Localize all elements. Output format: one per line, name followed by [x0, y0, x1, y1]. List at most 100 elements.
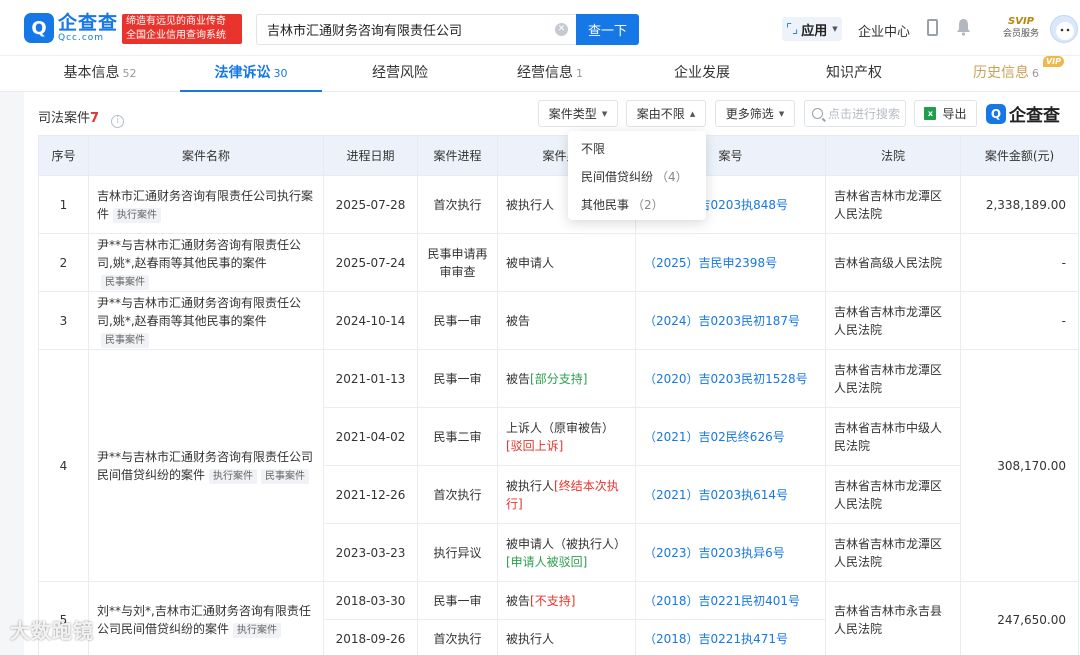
- role-text: 被执行人: [506, 478, 555, 493]
- case-tag: 民事案件: [101, 332, 149, 348]
- role-note: [驳回上诉]: [506, 438, 564, 453]
- row-no: 2: [38, 233, 89, 292]
- case-number-link[interactable]: （2018）吉0221民初401号: [635, 581, 826, 620]
- tab-development[interactable]: 企业发展: [642, 56, 762, 92]
- tab-label: 经营信息: [517, 65, 573, 81]
- logo-en: Qcc.com: [58, 33, 105, 43]
- dropdown-option-private-lending[interactable]: 民间借贷纠纷 （4）: [568, 163, 706, 191]
- case-number-link[interactable]: （2021）吉02民终626号: [635, 407, 826, 466]
- role-note: [部分支持]: [530, 371, 588, 386]
- tab-basic-info[interactable]: 基本信息 52: [40, 56, 160, 92]
- case-cause-filter[interactable]: 案由不限 ▲: [626, 100, 706, 127]
- role-text: 被告: [506, 593, 531, 608]
- table-row[interactable]: 1 吉林市汇通财务咨询有限责任公司执行案件 执行案件 2025-07-28 首次执…: [38, 175, 1079, 234]
- site-logo[interactable]: Q 企查查 Qcc.com: [24, 13, 118, 43]
- stage-cell: 执行异议: [417, 523, 498, 582]
- stage-cell: 首次执行: [417, 619, 498, 655]
- dropdown-option-other-civil[interactable]: 其他民事 （2）: [568, 191, 706, 219]
- watermark: 大数跑镜: [10, 619, 94, 643]
- brand-text: 企查查: [1009, 106, 1060, 126]
- date-cell: 2025-07-24: [323, 233, 418, 292]
- search-placeholder: 点击进行搜索: [828, 107, 901, 121]
- caret-down-icon: ▼: [832, 25, 838, 33]
- row-no: 4: [38, 349, 89, 582]
- slogan-badge: 缔造有远见的商业传奇 全国企业信用查询系统: [122, 14, 242, 44]
- avatar[interactable]: [1050, 15, 1078, 43]
- amount-cell: -: [960, 291, 1079, 350]
- date-cell: 2021-04-02: [323, 407, 418, 466]
- case-name-cell[interactable]: 尹**与吉林市汇通财务咨询有限责任公司,姚*,赵春雨等其他民事的案件民事案件: [88, 291, 324, 350]
- case-tag: 民事案件: [261, 468, 310, 484]
- stage-cell: 民事一审: [417, 291, 498, 350]
- case-search-input[interactable]: 点击进行搜索: [804, 100, 906, 127]
- stage-cell: 民事一审: [417, 349, 498, 408]
- tab-legal[interactable]: 法律诉讼 30: [180, 56, 322, 92]
- caret-up-icon: ▲: [689, 109, 696, 118]
- amount-cell: 308,170.00: [960, 349, 1079, 582]
- header-case-name: 案件名称: [88, 135, 324, 176]
- date-cell: 2021-12-26: [323, 465, 418, 524]
- section-title-label: 司法案件: [38, 111, 91, 126]
- case-number-link[interactable]: （2020）吉0203民初1528号: [635, 349, 826, 408]
- phone-icon[interactable]: [927, 19, 938, 36]
- case-number-link[interactable]: （2023）吉0203执异6号: [635, 523, 826, 582]
- role-note: [不支持]: [530, 593, 576, 608]
- role-cell: 上诉人（原审被告） [驳回上诉]: [497, 407, 636, 466]
- table-row[interactable]: 3 尹**与吉林市汇通财务咨询有限责任公司,姚*,赵春雨等其他民事的案件民事案件…: [38, 291, 1079, 350]
- table-row[interactable]: 2 尹**与吉林市汇通财务咨询有限责任公司,姚*,赵春雨等其他民事的案件民事案件…: [38, 233, 1079, 292]
- stage-cell: 民事申请再审审查: [417, 233, 498, 292]
- enterprise-center-link[interactable]: 企业中心: [858, 21, 910, 40]
- header-stage: 案件进程: [417, 135, 498, 176]
- header-no: 序号: [38, 135, 89, 176]
- case-name-cell[interactable]: 尹**与吉林市汇通财务咨询有限责任公司,姚*,赵春雨等其他民事的案件民事案件: [88, 233, 324, 292]
- search-input[interactable]: 吉林市汇通财务咨询有限责任公司 ✕: [256, 14, 576, 45]
- stage-cell: 首次执行: [417, 175, 498, 234]
- table-row[interactable]: 4 尹**与吉林市汇通财务咨询有限责任公司民间借贷纠纷的案件 执行案件 民事案件 2…: [38, 349, 1079, 582]
- court-cell: 吉林省吉林市龙潭区人民法院: [825, 349, 961, 408]
- stage-cell: 首次执行: [417, 465, 498, 524]
- more-filters[interactable]: 更多筛选 ▼: [715, 100, 795, 127]
- case-number-link[interactable]: （2018）吉0221执471号: [635, 619, 826, 655]
- case-number-link[interactable]: （2021）吉0203执614号: [635, 465, 826, 524]
- tab-label: 企业发展: [674, 65, 730, 81]
- row-no: 3: [38, 291, 89, 350]
- table-row[interactable]: 5 刘**与刘*,吉林市汇通财务咨询有限责任公司民间借贷纠纷的案件 执行案件 20…: [38, 581, 1079, 655]
- dropdown-option-all[interactable]: 不限: [568, 135, 706, 163]
- role-cell: 被告[部分支持]: [497, 349, 636, 408]
- app-menu-button[interactable]: ⌜⌟ 应用 ▼: [782, 17, 842, 41]
- svip-member-link[interactable]: SVIP 会员服务: [1000, 16, 1042, 42]
- court-cell: 吉林省高级人民法院: [825, 233, 961, 292]
- case-number-link[interactable]: （2024）吉0203民初187号: [635, 291, 826, 350]
- brand-mark: Q: [986, 103, 1006, 124]
- header-amount: 案件金额(元): [960, 135, 1079, 176]
- case-name[interactable]: 尹**与吉林市汇通财务咨询有限责任公司,姚*,赵春雨等其他民事的案件: [97, 238, 301, 270]
- top-bar: Q 企查查 Qcc.com 缔造有远见的商业传奇 全国企业信用查询系统 吉林市汇…: [0, 0, 1080, 56]
- clear-icon[interactable]: ✕: [555, 23, 568, 36]
- search-button[interactable]: 查一下: [576, 14, 639, 45]
- tab-history[interactable]: 历史信息 6 VIP: [946, 56, 1066, 92]
- case-type-filter[interactable]: 案件类型 ▼: [538, 100, 618, 127]
- slogan-line-1: 缔造有远见的商业传奇: [126, 16, 226, 27]
- tab-ip[interactable]: 知识产权: [794, 56, 914, 92]
- info-icon[interactable]: i: [111, 115, 125, 128]
- tab-business-info[interactable]: 经营信息 1: [490, 56, 610, 92]
- date-cell: 2025-07-28: [323, 175, 418, 234]
- case-name-cell[interactable]: 吉林市汇通财务咨询有限责任公司执行案件 执行案件: [88, 175, 324, 234]
- date-cell: 2018-03-30: [323, 581, 418, 620]
- bell-icon[interactable]: [956, 18, 971, 36]
- caret-down-icon: ▼: [601, 109, 608, 118]
- tab-business-risk[interactable]: 经营风险: [340, 56, 460, 92]
- table-header-row: 序号 案件名称 进程日期 案件进程 案件身份 案号 法院 案件金额(元): [38, 135, 1079, 176]
- court-cell: 吉林省吉林市龙潭区人民法院: [825, 291, 961, 350]
- tab-label: 知识产权: [826, 65, 882, 81]
- export-button[interactable]: x 导出: [914, 100, 977, 127]
- case-name-cell[interactable]: 尹**与吉林市汇通财务咨询有限责任公司民间借贷纠纷的案件 执行案件 民事案件: [88, 349, 324, 582]
- judicial-cases-card: 司法案件7 i 案件类型 ▼ 案由不限 ▲ 更多筛选 ▼ 点击进行搜索 x 导出 Q …: [24, 92, 1080, 655]
- case-name[interactable]: 尹**与吉林市汇通财务咨询有限责任公司,姚*,赵春雨等其他民事的案件: [97, 296, 301, 328]
- court-cell: 吉林省吉林市中级人民法院: [825, 407, 961, 466]
- case-number-link[interactable]: （2025）吉民申2398号: [635, 233, 826, 292]
- filter-label: 案由不限: [636, 107, 685, 121]
- filter-label: 更多筛选: [725, 107, 774, 121]
- avatar-face-icon: [1056, 22, 1074, 40]
- case-name-cell[interactable]: 刘**与刘*,吉林市汇通财务咨询有限责任公司民间借贷纠纷的案件 执行案件: [88, 581, 324, 655]
